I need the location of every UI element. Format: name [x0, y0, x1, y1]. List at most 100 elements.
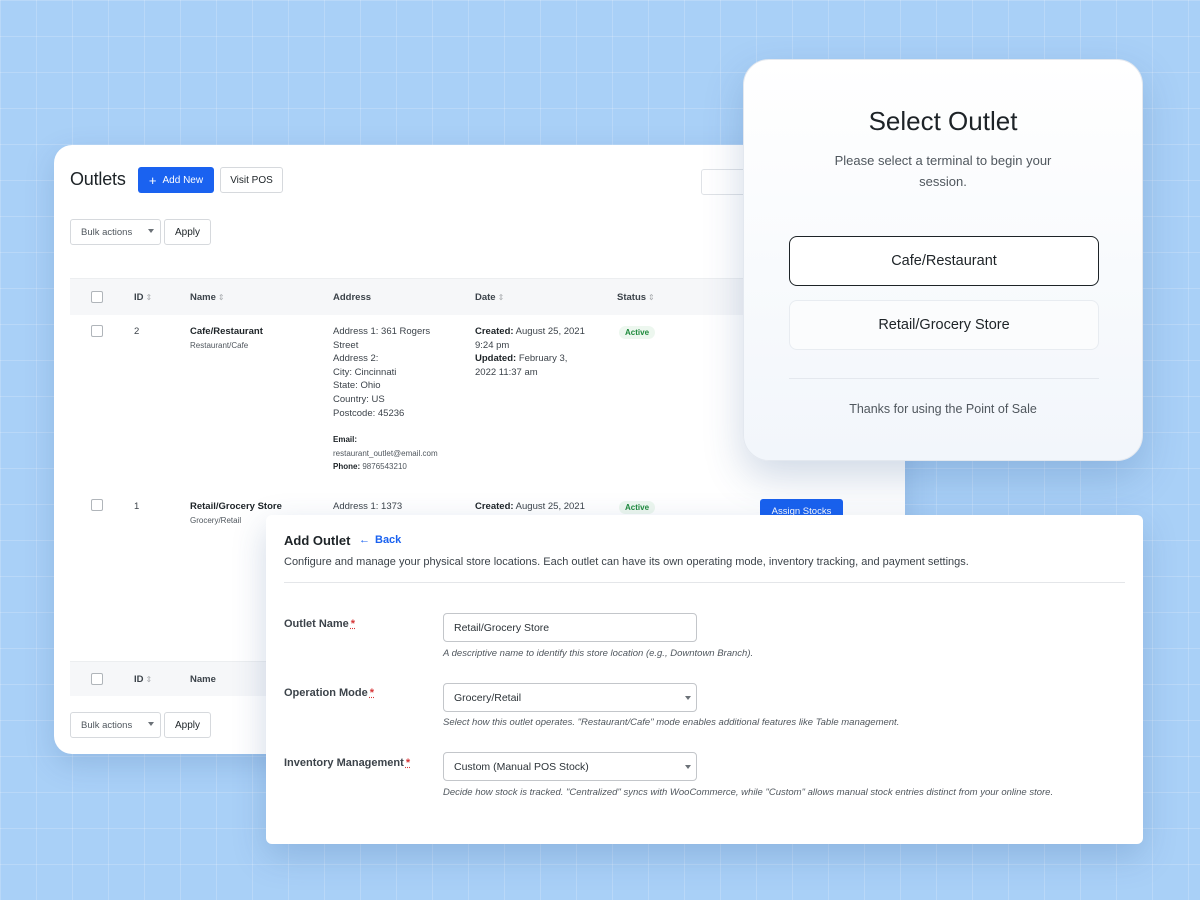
- inventory-management-label: Inventory Management *: [284, 757, 410, 769]
- operation-mode-value: Grocery/Retail: [454, 691, 522, 704]
- operation-mode-help: Select how this outlet operates. "Restau…: [443, 717, 900, 728]
- required-mark: *: [350, 618, 356, 630]
- outlet-name-label: Outlet Name *: [284, 618, 355, 630]
- sort-icon: ⇕: [497, 293, 505, 302]
- select-all-checkbox[interactable]: [91, 673, 103, 685]
- back-link[interactable]: ← Back: [359, 534, 401, 546]
- column-status-label: Status: [617, 292, 647, 303]
- column-address: Address: [333, 292, 372, 303]
- address-line: Street: [333, 339, 359, 351]
- column-date-label: Date: [475, 292, 496, 303]
- row-name-cell: Cafe/Restaurant Restaurant/Cafe: [190, 325, 263, 352]
- address-line: Address 1: 361 Rogers: [333, 326, 431, 337]
- back-label: Back: [375, 534, 402, 546]
- address-line: City: Cincinnati: [333, 366, 397, 378]
- row-name-link[interactable]: Retail/Grocery Store: [190, 501, 282, 512]
- apply-button[interactable]: Apply: [164, 712, 211, 738]
- row-name-link[interactable]: Cafe/Restaurant: [190, 326, 263, 337]
- column-id[interactable]: ID ⇕: [134, 674, 152, 685]
- row-address: Address 1: 361 Rogers Street Address 2: …: [333, 325, 438, 474]
- plus-icon: +: [148, 172, 157, 188]
- inventory-management-select[interactable]: Custom (Manual POS Stock): [443, 752, 697, 781]
- form-title: Add Outlet: [284, 533, 351, 548]
- required-mark: *: [369, 687, 375, 699]
- inventory-management-label-text: Inventory Management: [284, 757, 404, 769]
- operation-mode-select[interactable]: Grocery/Retail: [443, 683, 697, 712]
- page-title: Outlets: [70, 169, 126, 189]
- created-time: 9:24 pm: [475, 339, 510, 351]
- status-badge: Active: [619, 501, 656, 514]
- column-id-label: ID: [134, 674, 144, 685]
- sort-icon: ⇕: [145, 675, 153, 684]
- row-type: Restaurant/Cafe: [190, 340, 249, 350]
- row-date: Created: August 25, 2021: [475, 500, 585, 514]
- created-label: Created:: [475, 326, 514, 337]
- inventory-management-value: Custom (Manual POS Stock): [454, 760, 589, 773]
- updated-label: Updated:: [475, 353, 517, 365]
- outlet-name-help: A descriptive name to identify this stor…: [443, 648, 754, 659]
- column-name-label: Name: [190, 292, 216, 303]
- bulk-actions-select[interactable]: Bulk actions: [70, 219, 161, 245]
- outlet-option-cafe-restaurant[interactable]: Cafe/Restaurant: [789, 236, 1099, 286]
- address-line: Country: US: [333, 393, 385, 405]
- sort-icon: ⇕: [145, 293, 153, 302]
- chevron-down-icon: [148, 229, 154, 233]
- bulk-actions-label: Bulk actions: [81, 226, 133, 238]
- chevron-down-icon: [685, 696, 691, 700]
- select-all-checkbox[interactable]: [91, 291, 103, 303]
- row-type: Grocery/Retail: [190, 515, 242, 525]
- created-value: August 25, 2021: [515, 326, 585, 337]
- row-address: Address 1: 1373: [333, 500, 402, 514]
- arrow-left-icon: ←: [359, 534, 370, 546]
- phone-value: 9876543210: [362, 462, 407, 472]
- row-checkbox[interactable]: [91, 325, 103, 337]
- divider: [284, 582, 1125, 583]
- updated-time: 2022 11:37 am: [475, 366, 538, 378]
- add-new-button[interactable]: + Add New: [138, 167, 214, 193]
- address-line: State: Ohio: [333, 380, 381, 392]
- chevron-down-icon: [685, 765, 691, 769]
- address-line: Address 1: 1373: [333, 501, 403, 512]
- outlet-name-input[interactable]: Retail/Grocery Store: [443, 613, 697, 642]
- operation-mode-label-text: Operation Mode: [284, 687, 368, 699]
- column-id-label: ID: [134, 292, 144, 303]
- visit-pos-button[interactable]: Visit POS: [220, 167, 283, 193]
- outlet-option-retail-grocery[interactable]: Retail/Grocery Store: [789, 300, 1099, 350]
- add-new-label: Add New: [162, 174, 204, 186]
- email-value: restaurant_outlet@email.com: [333, 448, 438, 458]
- form-description: Configure and manage your physical store…: [284, 556, 969, 568]
- apply-button[interactable]: Apply: [164, 219, 211, 245]
- divider: [789, 378, 1099, 379]
- address-line: Address 2:: [333, 353, 379, 365]
- dialog-footer: Thanks for using the Point of Sale: [849, 402, 1037, 416]
- required-mark: *: [405, 757, 411, 769]
- column-name[interactable]: Name ⇕: [190, 292, 225, 303]
- row-id: 2: [134, 326, 140, 337]
- created-value: August 25, 2021: [515, 501, 585, 512]
- column-status[interactable]: Status ⇕: [617, 292, 655, 303]
- chevron-down-icon: [148, 722, 154, 726]
- created-label: Created:: [475, 501, 514, 512]
- column-name[interactable]: Name: [190, 674, 216, 685]
- dialog-title: Select Outlet: [868, 106, 1018, 136]
- inventory-management-help: Decide how stock is tracked. "Centralize…: [443, 787, 1054, 798]
- phone-label: Phone:: [333, 462, 361, 472]
- bulk-actions-label: Bulk actions: [81, 719, 133, 731]
- outlet-name-label-text: Outlet Name: [284, 618, 349, 630]
- column-date[interactable]: Date ⇕: [475, 292, 504, 303]
- sort-icon: ⇕: [648, 293, 655, 302]
- add-outlet-panel: Add Outlet ← Back Configure and manage y…: [266, 515, 1143, 844]
- status-badge: Active: [619, 326, 656, 339]
- row-checkbox[interactable]: [91, 499, 103, 511]
- row-id: 1: [134, 501, 140, 512]
- dialog-subtitle: Please select a terminal to begin your s…: [834, 153, 1052, 189]
- email-label: Email:: [333, 435, 358, 445]
- operation-mode-label: Operation Mode *: [284, 687, 374, 699]
- row-date: Created: August 25, 2021 9:24 pm Updated…: [475, 325, 585, 379]
- updated-value: February 3,: [518, 353, 568, 365]
- select-outlet-dialog: Select Outlet Please select a terminal t…: [743, 59, 1143, 461]
- sort-icon: ⇕: [217, 293, 225, 302]
- bulk-actions-select[interactable]: Bulk actions: [70, 712, 161, 738]
- address-line: Postcode: 45236: [333, 407, 405, 419]
- column-id[interactable]: ID ⇕: [134, 292, 152, 303]
